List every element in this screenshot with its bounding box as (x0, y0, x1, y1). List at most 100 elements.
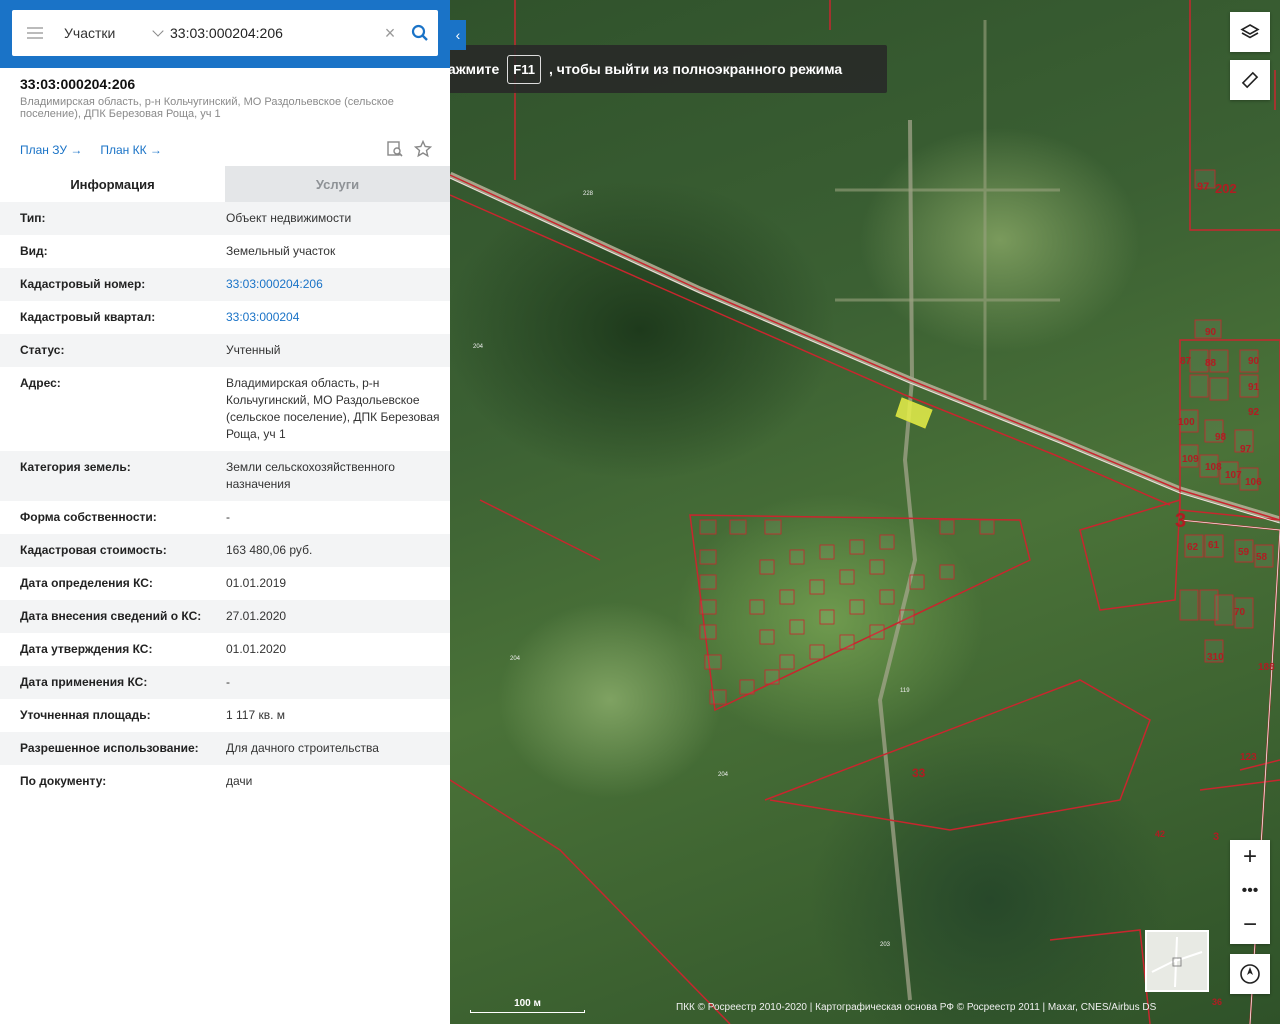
svg-text:90: 90 (1248, 356, 1260, 367)
info-row: Дата определения КС: 01.01.2019 (0, 567, 450, 600)
menu-button[interactable] (12, 10, 58, 56)
svg-text:204: 204 (718, 772, 729, 778)
info-row-value-link[interactable]: 33:03:000204:206 (226, 276, 440, 293)
svg-text:90: 90 (1205, 327, 1217, 338)
header-actions (386, 140, 432, 158)
info-row-label: Кадастровый номер: (20, 277, 146, 291)
info-row-value: дачи (226, 774, 253, 788)
info-row-value: Для дачного строительства (226, 741, 379, 755)
info-row: Статус: Учтенный (0, 334, 450, 367)
more-button[interactable]: ••• (1230, 874, 1270, 908)
scale-line (470, 1010, 585, 1013)
info-row: Кадастровая стоимость: 163 480,06 руб. (0, 534, 450, 567)
search-icon (411, 24, 428, 41)
chevron-down-icon (152, 25, 164, 37)
info-row: Разрешенное использование: Для дачного ст… (0, 732, 450, 765)
svg-text:3: 3 (1175, 510, 1186, 532)
search-box: Участки × (12, 10, 438, 56)
svg-text:204: 204 (473, 344, 484, 350)
info-row-value: 27.01.2020 (226, 609, 287, 623)
svg-text:188: 188 (1258, 662, 1275, 673)
svg-text:87: 87 (1180, 356, 1192, 367)
svg-text:108: 108 (1205, 462, 1222, 473)
svg-text:70: 70 (1234, 607, 1246, 618)
measure-button[interactable] (1230, 60, 1270, 100)
object-header: 33:03:000204:206 Владимирская область, р… (20, 76, 430, 120)
info-row: Кадастровый номер: 33:03:000204:206 (0, 268, 450, 301)
layers-icon (1240, 24, 1260, 39)
plan-zu-link[interactable]: План ЗУ → (20, 143, 82, 157)
svg-text:310: 310 (1207, 652, 1224, 663)
plan-kk-link[interactable]: План КК → (100, 143, 162, 157)
collapse-panel-button[interactable]: ‹ (450, 20, 466, 50)
compass-icon (1240, 964, 1260, 984)
info-row-value-link[interactable]: 33:03:000204 (226, 309, 440, 326)
svg-text:33: 33 (912, 766, 926, 780)
info-row-value: 1 117 кв. м (226, 708, 286, 722)
svg-text:203: 203 (880, 942, 891, 948)
minimap-graphic (1151, 936, 1203, 988)
info-row-label: Дата определения КС: (20, 576, 153, 590)
svg-text:204: 204 (510, 656, 521, 662)
info-row-label: Дата применения КС: (20, 675, 148, 689)
svg-text:42: 42 (1155, 829, 1165, 839)
info-row-value: Владимирская область, р-н Кольчугинский,… (226, 376, 440, 441)
info-row-label: Вид: (20, 244, 48, 258)
info-row-value: Земельный участок (226, 244, 336, 258)
svg-text:109: 109 (1182, 454, 1199, 465)
zoom-controls: + ••• − (1230, 840, 1270, 944)
ruler-icon (1241, 71, 1259, 89)
fullscreen-notice-suffix: , чтобы выйти из полноэкранного режима (548, 61, 843, 77)
svg-text:123: 123 (1240, 752, 1257, 763)
svg-text:91: 91 (1248, 382, 1260, 393)
info-row: Категория земель: Земли сельскохозяйствен… (0, 451, 450, 501)
info-row-value: 01.01.2019 (226, 576, 287, 590)
svg-text:62: 62 (1187, 542, 1199, 553)
object-address: Владимирская область, р-н Кольчугинский,… (20, 96, 394, 120)
info-row: Дата применения КС: - (0, 666, 450, 699)
svg-text:119: 119 (900, 688, 910, 694)
info-row-label: Дата внесения сведений о КС: (20, 609, 202, 623)
find-on-map-icon[interactable] (386, 140, 404, 158)
search-input[interactable] (168, 10, 378, 56)
zoom-in-button[interactable]: + (1230, 840, 1270, 874)
info-row-value: - (226, 675, 230, 689)
clear-search-button[interactable]: × (378, 10, 402, 56)
compass-button[interactable] (1230, 954, 1270, 994)
info-row: Форма собственности: - (0, 501, 450, 534)
info-row-label: Разрешенное использование: (20, 741, 199, 755)
map-attribution: ПКК © Росреестр 2010-2020 | Картографиче… (676, 1002, 1157, 1013)
svg-text:3: 3 (1213, 831, 1219, 843)
svg-text:100: 100 (1178, 417, 1195, 428)
zoom-out-button[interactable]: − (1230, 908, 1270, 942)
object-title: 33:03:000204:206 (20, 76, 136, 92)
fullscreen-notice: Нажмите F11 , чтобы выйти из полноэкранн… (393, 45, 887, 93)
info-row-value: Учтенный (226, 343, 281, 357)
info-row-label: Дата утверждения КС: (20, 642, 153, 656)
info-panel: Участки × 33:03:000204:206 Владимирская … (0, 0, 450, 1024)
info-row-label: Уточненная площадь: (20, 708, 151, 722)
object-type-label: Участки (64, 25, 116, 41)
info-row-value: Объект недвижимости (226, 211, 352, 225)
info-table: Тип: Объект недвижимости Вид: Земельный уча… (0, 202, 450, 798)
minimap[interactable] (1145, 930, 1209, 992)
info-row-value: 01.01.2020 (226, 642, 287, 656)
svg-text:202: 202 (1215, 181, 1237, 196)
chevron-left-icon: ‹ (455, 27, 461, 43)
object-type-select[interactable]: Участки (58, 25, 168, 41)
plan-links: План ЗУ → План КК → (20, 143, 162, 157)
svg-text:58: 58 (1256, 552, 1268, 563)
tab-services[interactable]: Услуги (225, 166, 450, 202)
svg-text:92: 92 (1248, 407, 1260, 418)
tab-info[interactable]: Информация (0, 166, 225, 202)
info-row: По документу: дачи (0, 765, 450, 798)
star-icon[interactable] (414, 140, 432, 158)
info-row: Дата внесения сведений о КС: 27.01.2020 (0, 600, 450, 633)
layers-button[interactable] (1230, 12, 1270, 52)
svg-text:59: 59 (1238, 547, 1250, 558)
info-row-value: - (226, 510, 230, 524)
info-row-label: Категория земель: (20, 460, 131, 474)
svg-text:98: 98 (1215, 432, 1227, 443)
search-button[interactable] (402, 10, 438, 56)
selected-parcel (895, 397, 933, 429)
